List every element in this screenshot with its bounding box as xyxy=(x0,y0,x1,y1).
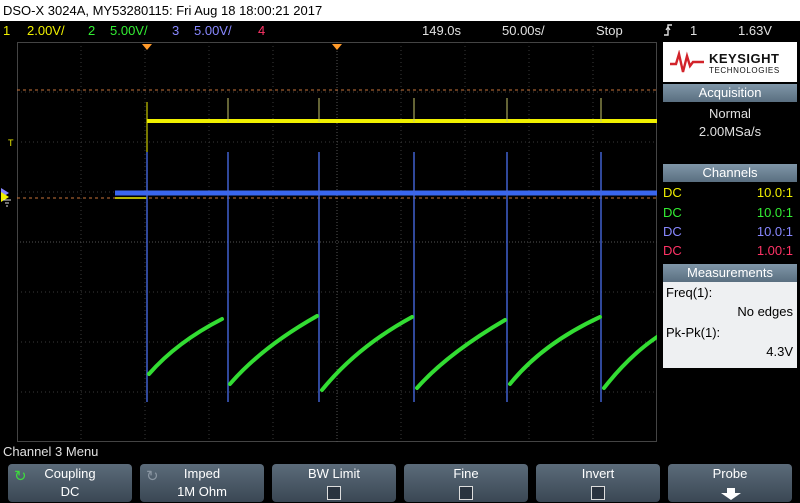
logo-brand: KEYSIGHT xyxy=(709,51,780,66)
channel-4-coupling: DC xyxy=(663,243,682,258)
coupling-value: DC xyxy=(60,484,80,499)
horizontal-delay[interactable]: 149.0s xyxy=(422,21,461,40)
invert-label: Invert xyxy=(581,466,615,481)
channel-4-probe: 1.00:1 xyxy=(756,243,793,258)
ch2-number[interactable]: 2 xyxy=(88,21,95,40)
measurements-header[interactable]: Measurements xyxy=(663,264,797,282)
freq-label: Freq(1): xyxy=(666,285,713,300)
channel-3-coupling: DC xyxy=(663,224,682,239)
fine-softkey[interactable]: Fine xyxy=(404,464,528,502)
measurements-box: Freq(1): No edges Pk-Pk(1): 4.3V xyxy=(663,282,797,368)
impedance-softkey[interactable]: ↻ Imped 1M Ohm xyxy=(140,464,264,502)
ch3-number[interactable]: 3 xyxy=(172,21,179,40)
keysight-logo: KEYSIGHT TECHNOLOGIES xyxy=(663,42,797,82)
timebase-scale[interactable]: 50.00s/ xyxy=(502,21,545,40)
bw-limit-softkey[interactable]: BW Limit xyxy=(272,464,396,502)
logo-sub: TECHNOLOGIES xyxy=(709,66,780,75)
channel-2-row: DC 10.0:1 xyxy=(663,204,793,222)
channel-1-probe: 10.0:1 xyxy=(756,185,793,200)
bw-limit-label: BW Limit xyxy=(308,466,360,481)
submenu-arrow-icon xyxy=(721,488,741,500)
ch3-scale[interactable]: 5.00V/ xyxy=(194,21,232,40)
waveform-display[interactable] xyxy=(17,42,657,442)
pkpk-value: 4.3V xyxy=(766,344,793,359)
run-state[interactable]: Stop xyxy=(596,21,623,40)
channel-2-probe: 10.0:1 xyxy=(756,205,793,220)
keysight-wave-icon xyxy=(670,50,704,73)
channel-3-probe: 10.0:1 xyxy=(756,224,793,239)
timebase-markers xyxy=(142,44,342,50)
menu-title: Channel 3 Menu xyxy=(3,444,99,459)
pkpk-label: Pk-Pk(1): xyxy=(666,325,721,340)
freq-value: No edges xyxy=(737,304,793,319)
bw-limit-checkbox[interactable] xyxy=(327,486,341,500)
channel-3-row: DC 10.0:1 xyxy=(663,223,793,241)
channel-1-coupling: DC xyxy=(663,185,682,200)
ch1-scale[interactable]: 2.00V/ xyxy=(27,21,65,40)
channel-3-trace xyxy=(115,152,657,402)
probe-label: Probe xyxy=(712,466,748,481)
impedance-label: Imped xyxy=(183,466,221,481)
title-bar: DSO-X 3024A, MY53280115: Fri Aug 18 18:0… xyxy=(0,0,800,21)
title-text: DSO-X 3024A, MY53280115: Fri Aug 18 18:0… xyxy=(3,3,323,18)
impedance-value: 1M Ohm xyxy=(177,484,227,499)
ch4-number[interactable]: 4 xyxy=(258,21,265,40)
channel-2-trace xyxy=(147,314,657,392)
graticule xyxy=(17,42,657,442)
ch1-number[interactable]: 1 xyxy=(3,21,10,40)
acquisition-header[interactable]: Acquisition xyxy=(663,84,797,102)
fine-label: Fine xyxy=(453,466,479,481)
right-info-panel: KEYSIGHT TECHNOLOGIES Acquisition Normal… xyxy=(660,42,800,442)
invert-softkey[interactable]: Invert xyxy=(536,464,660,502)
channel-2-coupling: DC xyxy=(663,205,682,220)
channel-1-row: DC 10.0:1 xyxy=(663,184,793,202)
coupling-label: Coupling xyxy=(44,466,96,481)
sample-rate: 2.00MSa/s xyxy=(698,124,762,139)
channel-ground-markers[interactable] xyxy=(0,184,17,208)
ch2-scale[interactable]: 5.00V/ xyxy=(110,21,148,40)
trigger-level[interactable]: 1.63V xyxy=(738,21,772,40)
channels-header[interactable]: Channels xyxy=(663,164,797,182)
channel-1-trace xyxy=(115,98,657,199)
status-bar: 1 2.00V/ 2 5.00V/ 3 5.00V/ 4 149.0s 50.0… xyxy=(0,21,800,40)
softkey-bar: ↻ Coupling DC ↻ Imped 1M Ohm BW Limit Fi… xyxy=(0,461,800,503)
coupling-softkey[interactable]: ↻ Coupling DC xyxy=(8,464,132,502)
fine-checkbox[interactable] xyxy=(459,486,473,500)
probe-softkey[interactable]: Probe xyxy=(668,464,792,502)
trigger-level-marker[interactable]: T xyxy=(8,138,14,148)
channel-4-row: DC 1.00:1 xyxy=(663,242,793,260)
invert-checkbox[interactable] xyxy=(591,486,605,500)
acquisition-mode: Normal xyxy=(709,106,751,121)
trigger-channel[interactable]: 1 xyxy=(690,21,697,40)
trigger-edge-icon xyxy=(663,21,673,40)
